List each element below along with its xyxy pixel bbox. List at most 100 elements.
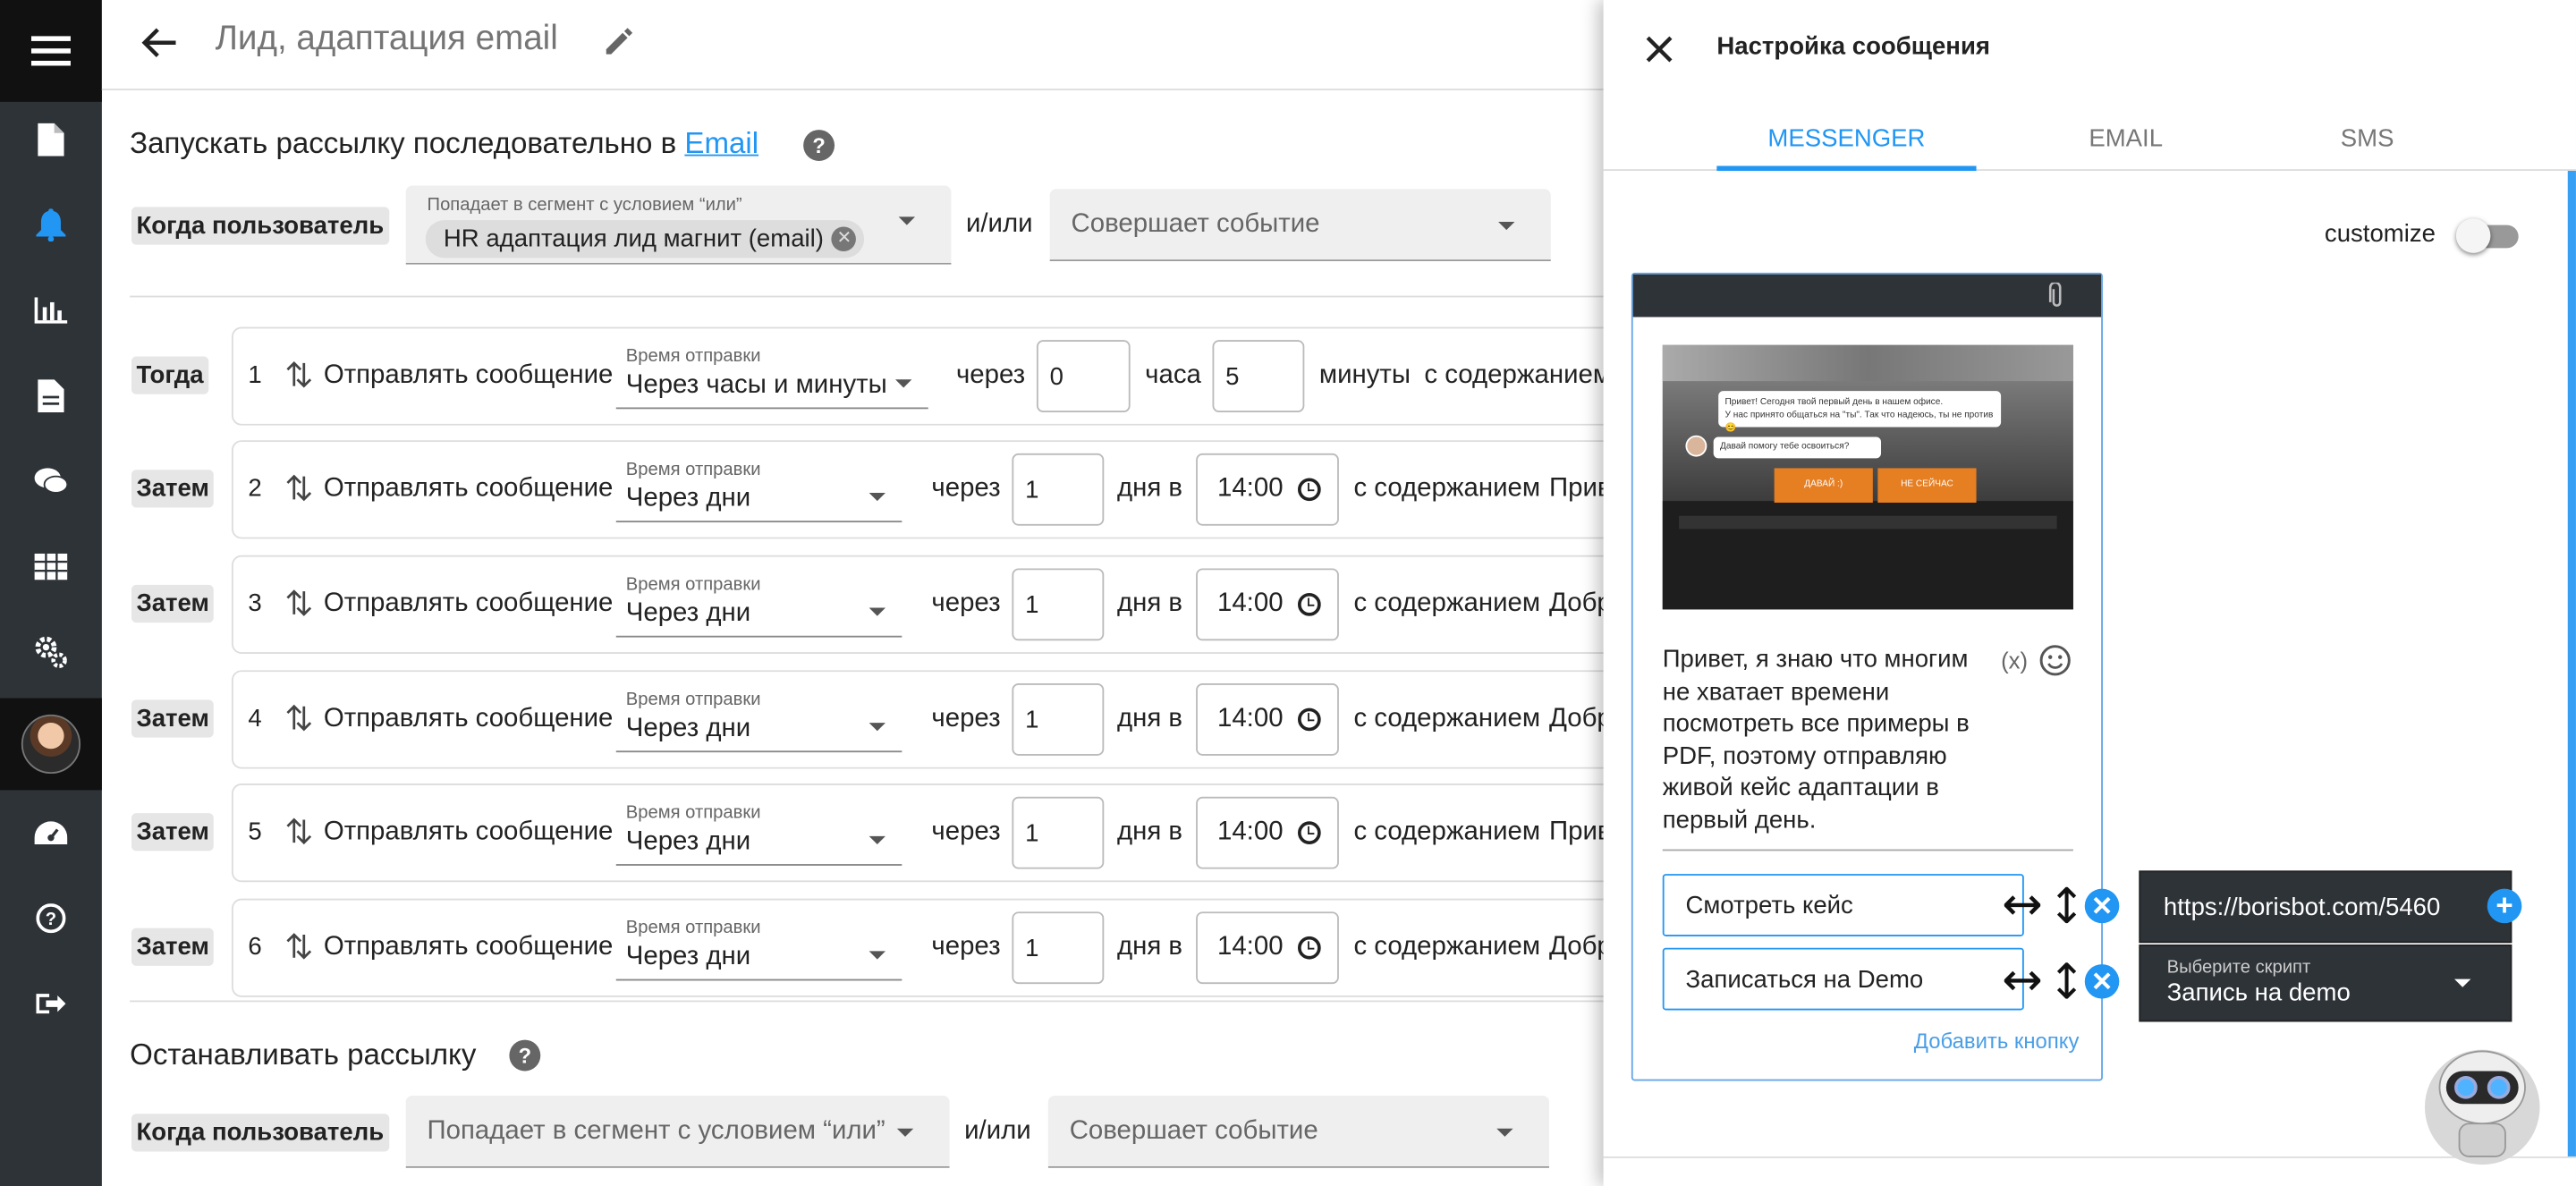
step-number: 6 (248, 933, 262, 962)
chevron-down-icon (1496, 1128, 1513, 1137)
content-preview[interactable]: Добр (1549, 933, 1612, 962)
via-label: через (931, 704, 1001, 733)
chat-icon[interactable] (0, 438, 102, 524)
tab-email[interactable]: EMAIL (1996, 125, 2256, 153)
reorder-arrows-icon[interactable] (286, 473, 312, 511)
content-preview[interactable]: Прив (1549, 475, 1612, 504)
table-icon[interactable] (0, 524, 102, 610)
time-input[interactable]: 14:00 (1196, 568, 1339, 641)
step-action: Отправлять сообщение (323, 589, 614, 618)
send-time-select[interactable]: Время отправки Через дни (615, 453, 902, 523)
vertical-resize-icon[interactable] (2055, 885, 2079, 932)
menu-icon[interactable] (0, 0, 102, 102)
page-title: Лид, адаптация email (215, 20, 558, 58)
variable-icon[interactable]: (x) (2001, 648, 2028, 673)
clock-icon[interactable] (1297, 593, 1321, 616)
reorder-arrows-icon[interactable] (286, 703, 312, 741)
reorder-arrows-icon[interactable] (286, 817, 312, 854)
dashboard-icon[interactable] (0, 792, 102, 877)
send-time-select[interactable]: Время отправки Через дни (615, 911, 902, 981)
horizontal-resize-icon[interactable] (2003, 968, 2042, 1003)
reorder-arrows-icon[interactable] (286, 931, 312, 969)
tab-sms[interactable]: SMS (2238, 125, 2497, 153)
button-label-field[interactable]: Смотреть кейс (1662, 874, 2024, 936)
button-url-field[interactable]: https://borisbot.com/5460 (2139, 870, 2512, 944)
settings-icon[interactable] (0, 609, 102, 695)
remove-button-icon[interactable]: ✕ (2084, 964, 2120, 999)
days-unit: дня в (1116, 933, 1183, 962)
via-label: через (931, 817, 1001, 846)
clock-icon[interactable] (1297, 478, 1321, 502)
time-input[interactable]: 14:00 (1196, 796, 1339, 869)
chevron-down-icon (869, 951, 886, 960)
file-icon[interactable] (0, 97, 102, 182)
channel-link[interactable]: Email (684, 126, 758, 159)
button-label-field[interactable]: Записаться на Demo (1662, 947, 2024, 1011)
reorder-arrows-icon[interactable] (286, 360, 312, 397)
help-icon[interactable]: ? (803, 130, 835, 161)
back-arrow-icon[interactable] (141, 26, 177, 67)
segment-chip[interactable]: HR адаптация лид магнит (email) ✕ (425, 220, 865, 258)
horizontal-resize-icon[interactable] (2003, 892, 2042, 927)
stop-event-select[interactable]: Совершает событие (1047, 1096, 1550, 1168)
close-icon[interactable] (1645, 35, 1674, 72)
chip-remove-icon[interactable]: ✕ (832, 226, 857, 251)
time-input[interactable]: 14:00 (1196, 911, 1339, 985)
step-action: Отправлять сообщение (323, 933, 614, 962)
minutes-input[interactable]: 5 (1212, 340, 1305, 412)
bell-icon[interactable] (0, 182, 102, 268)
send-time-select[interactable]: Время отправки Через часы и минуты (615, 340, 928, 410)
vertical-resize-icon[interactable] (2055, 962, 2079, 1007)
time-input[interactable]: 14:00 (1196, 453, 1339, 526)
hours-input[interactable]: 0 (1036, 340, 1131, 412)
message-text[interactable]: Привет, я знаю что многим не хватает вре… (1663, 644, 2000, 837)
time-input[interactable]: 14:00 (1196, 683, 1339, 756)
avatar[interactable] (21, 714, 80, 775)
add-icon[interactable]: + (2487, 888, 2522, 924)
script-select[interactable]: Выберите скрипт Запись на demo (2139, 945, 2512, 1022)
remove-button-icon[interactable]: ✕ (2084, 888, 2120, 924)
content-label: с содержанием (1353, 704, 1541, 733)
robot-assistant-icon[interactable] (2423, 1038, 2541, 1166)
paperclip-icon[interactable] (2048, 281, 2064, 318)
clock-icon[interactable] (1297, 707, 1321, 732)
content-label: с содержанием (1353, 933, 1541, 962)
logout-icon[interactable] (0, 961, 102, 1046)
tab-messenger[interactable]: MESSENGER (1716, 125, 1976, 153)
edit-pencil-icon[interactable] (603, 25, 636, 66)
step-action: Отправлять сообщение (323, 474, 614, 503)
step-label: Затем (131, 699, 215, 738)
reorder-arrows-icon[interactable] (286, 589, 312, 626)
help-icon[interactable]: ? (0, 876, 102, 962)
divider (130, 295, 1604, 298)
send-time-select[interactable]: Время отправки Через дни (615, 568, 902, 638)
customize-toggle-knob[interactable] (2455, 218, 2491, 253)
photo-chat-bubble: Привет! Сегодня твой первый день в нашем… (1718, 391, 2002, 434)
add-button-link[interactable]: Добавить кнопку (1914, 1029, 2080, 1054)
bar-chart-icon[interactable] (0, 267, 102, 353)
via-label: через (931, 589, 1001, 618)
days-input[interactable]: 1 (1012, 796, 1105, 869)
panel-scrollbar[interactable] (2567, 171, 2576, 1156)
send-time-select[interactable]: Время отправки Через дни (615, 683, 902, 753)
event-select[interactable]: Совершает событие (1049, 189, 1551, 262)
help-icon[interactable]: ? (509, 1039, 541, 1072)
send-time-select[interactable]: Время отправки Через дни (615, 797, 902, 866)
emoji-icon[interactable] (2038, 644, 2072, 685)
content-label: с содержанием (1353, 589, 1541, 618)
document-icon[interactable] (0, 353, 102, 439)
days-input[interactable]: 1 (1012, 453, 1105, 526)
content-preview[interactable]: Прив (1549, 818, 1612, 848)
stop-segment-select[interactable]: Попадает в сегмент с условием “или” (405, 1096, 950, 1168)
days-input[interactable]: 1 (1012, 568, 1105, 641)
clock-icon[interactable] (1297, 821, 1321, 845)
step-label: Затем (131, 813, 215, 851)
content-preview[interactable]: Добр (1549, 589, 1612, 619)
clock-icon[interactable] (1297, 936, 1321, 960)
segment-select[interactable]: Попадает в сегмент с условием “или” HR а… (405, 185, 952, 265)
user-avatar-item[interactable] (0, 698, 102, 791)
message-image[interactable]: Привет! Сегодня твой первый день в нашем… (1662, 344, 2073, 610)
days-input[interactable]: 1 (1012, 911, 1105, 985)
content-preview[interactable]: Добр (1549, 705, 1612, 734)
days-input[interactable]: 1 (1012, 683, 1105, 756)
